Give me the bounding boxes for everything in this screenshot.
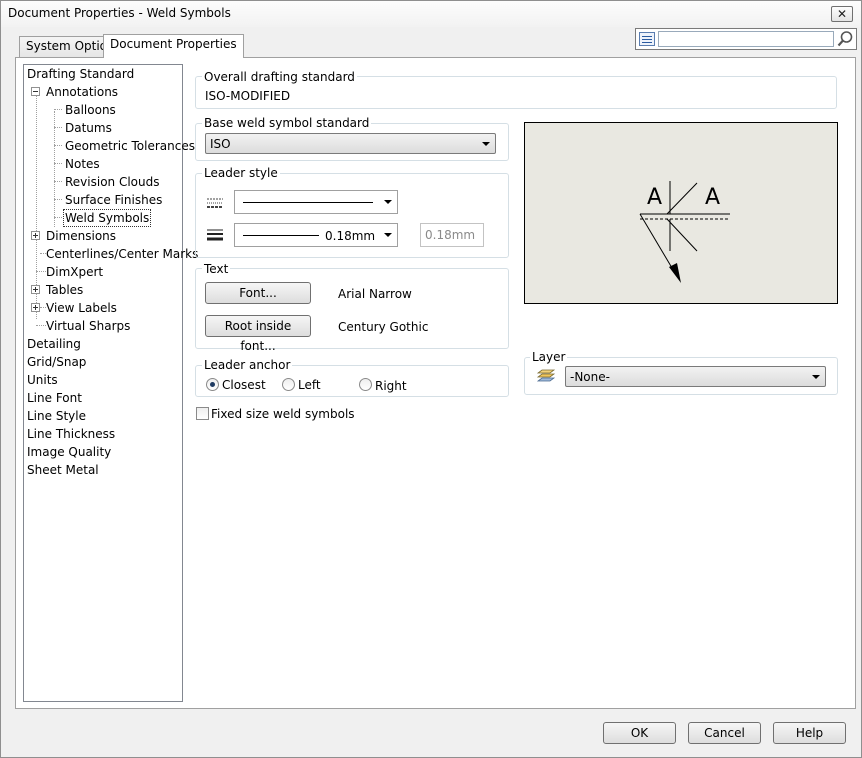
chevron-down-icon — [384, 233, 392, 237]
chevron-down-icon — [812, 375, 820, 379]
tree-item-line-thickness[interactable]: Line Thickness — [27, 426, 115, 442]
tree-item-line-font[interactable]: Line Font — [27, 390, 82, 406]
tree-item-sheet-metal[interactable]: Sheet Metal — [27, 462, 99, 478]
overall-drafting-standard-value: ISO-MODIFIED — [205, 89, 291, 103]
tree-item-balloons[interactable]: Balloons — [65, 102, 116, 118]
tree-item-surface-finishes[interactable]: Surface Finishes — [65, 192, 162, 208]
search-input[interactable] — [658, 31, 834, 47]
root-inside-font-button[interactable]: Root inside font... — [205, 315, 311, 353]
fixed-size-checkbox[interactable] — [196, 407, 209, 420]
font-value: Arial Narrow — [338, 287, 412, 301]
tree-item-annotations[interactable]: Annotations — [46, 84, 118, 100]
document-properties-dialog: Document Properties - Weld Symbols ✕ Sys… — [0, 0, 862, 758]
tree-item-notes[interactable]: Notes — [65, 156, 100, 172]
custom-thickness-field[interactable]: 0.18mm — [420, 223, 484, 247]
anchor-left-radio[interactable] — [282, 378, 295, 391]
help-button[interactable]: Help — [773, 722, 846, 744]
tree-item-detailing[interactable]: Detailing — [27, 336, 81, 352]
anchor-closest-label: Closest — [222, 378, 266, 392]
leader-thickness-value: 0.18mm — [325, 229, 376, 243]
expand-icon[interactable] — [31, 303, 40, 312]
search-box — [635, 28, 857, 50]
font-button[interactable]: Font... — [205, 282, 311, 304]
line-style-icon — [206, 197, 224, 211]
expand-icon[interactable] — [31, 285, 40, 294]
tree-item-line-style[interactable]: Line Style — [27, 408, 86, 424]
root-font-value: Century Gothic — [338, 320, 429, 334]
anchor-closest-radio[interactable] — [206, 378, 219, 391]
tab-document-properties[interactable]: Document Properties — [103, 34, 244, 58]
layer-stack-icon — [536, 368, 556, 384]
tree-item-drafting-standard[interactable]: Drafting Standard — [27, 66, 134, 82]
anchor-right-radio[interactable] — [359, 378, 372, 391]
close-button[interactable]: ✕ — [831, 6, 853, 22]
preview-letter-right: A — [705, 185, 721, 210]
cancel-button[interactable]: Cancel — [688, 722, 761, 744]
tree-item-centerlines-center-marks[interactable]: Centerlines/Center Marks — [46, 246, 198, 262]
layer-value: -None- — [570, 370, 610, 384]
tree-item-image-quality[interactable]: Image Quality — [27, 444, 111, 460]
tree-item-virtual-sharps[interactable]: Virtual Sharps — [46, 318, 130, 334]
tree-item-view-labels[interactable]: View Labels — [46, 300, 117, 316]
tree-item-revision-clouds[interactable]: Revision Clouds — [65, 174, 160, 190]
fixed-size-label: Fixed size weld symbols — [211, 407, 355, 421]
layer-select[interactable]: -None- — [565, 366, 826, 387]
weld-symbol-preview: A A — [524, 122, 838, 304]
search-icon[interactable] — [836, 30, 854, 48]
base-weld-select[interactable]: ISO — [205, 133, 496, 154]
collapse-icon[interactable] — [31, 87, 40, 96]
leader-anchor-label: Leader anchor — [202, 358, 293, 372]
leader-thickness-select[interactable]: 0.18mm — [234, 223, 398, 247]
tree-item-dimensions[interactable]: Dimensions — [46, 228, 116, 244]
chevron-down-icon — [384, 200, 392, 204]
tree-item-tables[interactable]: Tables — [46, 282, 83, 298]
tree-item-dimxpert[interactable]: DimXpert — [46, 264, 103, 280]
overall-drafting-standard-label: Overall drafting standard — [202, 70, 357, 84]
base-weld-label: Base weld symbol standard — [202, 116, 372, 130]
anchor-left-label: Left — [298, 378, 321, 392]
ok-button[interactable]: OK — [603, 722, 676, 744]
options-tree: Drafting Standard Annotations Balloons D… — [23, 64, 198, 702]
leader-line-style-select[interactable] — [234, 190, 398, 214]
line-thickness-icon — [206, 228, 224, 244]
tree-item-geometric-tolerances[interactable]: Geometric Tolerances — [65, 138, 195, 154]
tree-item-units[interactable]: Units — [27, 372, 58, 388]
layer-label: Layer — [530, 350, 568, 364]
text-group-label: Text — [202, 262, 231, 276]
chevron-down-icon — [482, 142, 490, 146]
tree-item-weld-symbols[interactable]: Weld Symbols — [62, 209, 152, 227]
title-bar: Document Properties - Weld Symbols ✕ — [1, 1, 861, 27]
leader-style-label: Leader style — [202, 166, 280, 180]
tree-item-datums[interactable]: Datums — [65, 120, 112, 136]
tab-panel: Drafting Standard Annotations Balloons D… — [15, 57, 856, 709]
search-options-icon[interactable] — [639, 32, 655, 46]
preview-letter-left: A — [647, 185, 663, 210]
tree-item-grid-snap[interactable]: Grid/Snap — [27, 354, 86, 370]
base-weld-value: ISO — [210, 137, 231, 151]
expand-icon[interactable] — [31, 231, 40, 240]
window-title: Document Properties - Weld Symbols — [8, 6, 231, 20]
anchor-right-label: Right — [375, 379, 407, 393]
